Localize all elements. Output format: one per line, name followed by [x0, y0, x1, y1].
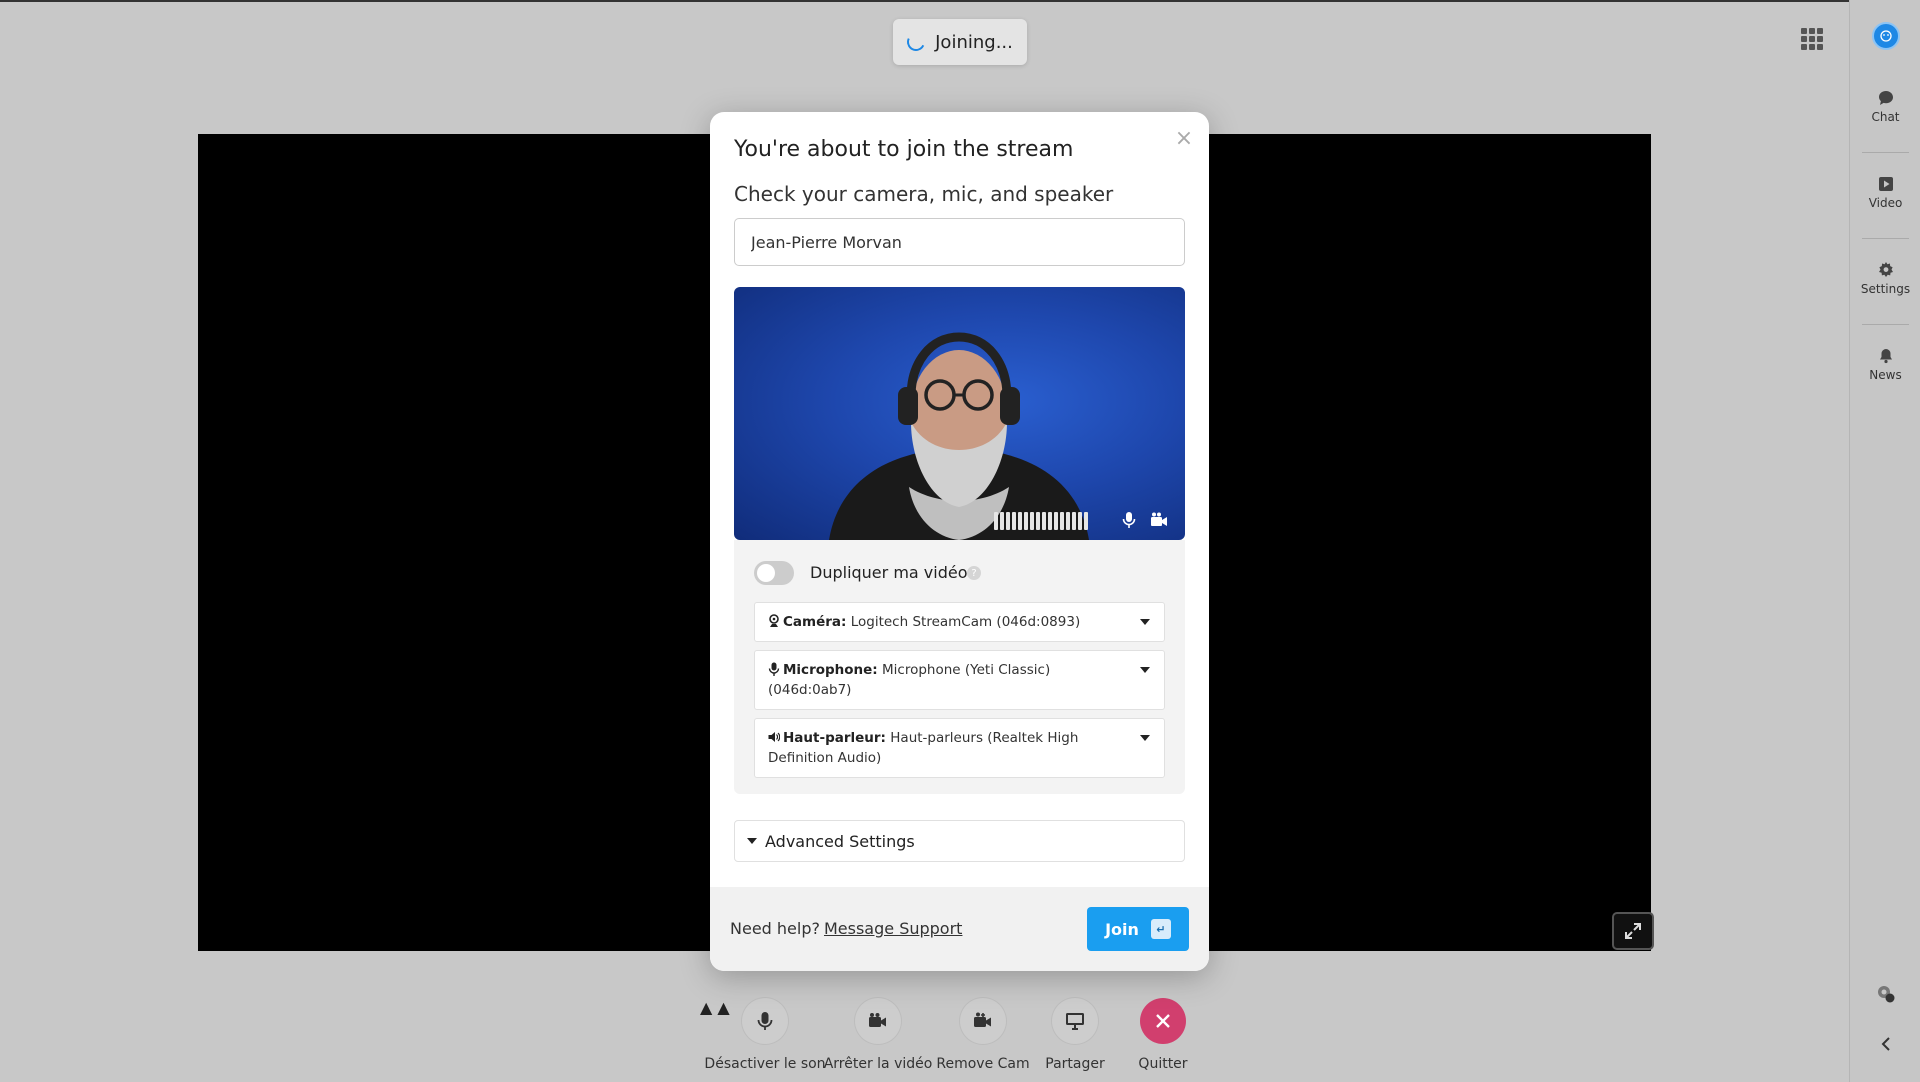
apps-grid-icon[interactable]: [1801, 28, 1823, 50]
message-support-link[interactable]: Message Support: [824, 919, 962, 938]
quit-button[interactable]: [1140, 998, 1186, 1044]
mute-button[interactable]: [742, 998, 788, 1044]
device-settings-panel: Dupliquer ma vidéo ? Caméra: Logitech St…: [734, 540, 1185, 794]
close-icon: ×: [1174, 125, 1194, 151]
dialog-title: You're about to join the stream: [734, 137, 1074, 162]
camera-plus-icon: [974, 1012, 991, 1027]
call-controls: Désactiver le son ▲ Arrêter la vidéo ▲ R…: [700, 998, 1188, 1082]
right-sidebar: Chat Video Settings News: [1849, 0, 1920, 1082]
close-icon: [1156, 1014, 1170, 1028]
bell-icon: [1879, 349, 1892, 364]
mute-control[interactable]: Désactiver le son: [700, 998, 830, 1072]
sidebar-item-label: Video: [1868, 196, 1903, 210]
face-icon: [1880, 30, 1892, 42]
microphone-select[interactable]: Microphone: Microphone (Yeti Classic) (0…: [754, 650, 1165, 710]
chat-icon: [1878, 91, 1893, 105]
camera-select[interactable]: Caméra: Logitech StreamCam (046d:0893): [754, 602, 1165, 642]
display-name-input[interactable]: [734, 218, 1185, 266]
caret-down-icon: [747, 838, 757, 844]
stop-video-control[interactable]: Arrêter la vidéo: [824, 998, 932, 1072]
chevron-down-icon: [1140, 667, 1150, 673]
enter-key-icon: ↵: [1150, 919, 1171, 939]
video-icon: [1878, 177, 1893, 191]
window-top-border: [0, 0, 1920, 2]
quit-control[interactable]: Quitter: [1126, 998, 1200, 1072]
sidebar-item-label: Chat: [1871, 110, 1900, 124]
close-dialog-button[interactable]: ×: [1172, 125, 1196, 151]
camera-preview: [734, 287, 1185, 540]
joining-status: Joining...: [893, 19, 1027, 65]
share-label: Partager: [1045, 1056, 1105, 1072]
toggle-knob: [757, 564, 775, 582]
speaker-select[interactable]: Haut-parleur: Haut-parleurs (Realtek Hig…: [754, 718, 1165, 778]
remove-cam-label: Remove Cam: [936, 1056, 1030, 1072]
microphone-icon: [768, 662, 780, 676]
microphone-select-label: Microphone:: [783, 662, 878, 678]
advanced-settings-toggle[interactable]: Advanced Settings: [734, 820, 1185, 862]
duplicate-video-label: Dupliquer ma vidéo: [810, 563, 968, 582]
camera-select-label: Caméra:: [783, 614, 847, 630]
monitor-icon: [1066, 1013, 1084, 1030]
audio-level-meter: [994, 512, 1088, 530]
sidebar-divider: [1862, 238, 1909, 239]
stop-video-button[interactable]: [855, 998, 901, 1044]
sidebar-item-video[interactable]: Video: [1850, 158, 1920, 228]
quit-label: Quitter: [1138, 1056, 1188, 1072]
chevron-left-icon: [1881, 1037, 1890, 1051]
dialog-subtitle: Check your camera, mic, and speaker: [734, 182, 1114, 206]
connection-settings-icon[interactable]: [1876, 984, 1896, 1004]
chevron-down-icon: [1140, 735, 1150, 741]
camera-select-value: Logitech StreamCam (046d:0893): [850, 614, 1081, 630]
duplicate-video-toggle[interactable]: [754, 561, 794, 585]
speaker-icon: [768, 732, 780, 742]
webcam-feed-image: [829, 332, 1089, 540]
sidebar-item-chat[interactable]: Chat: [1850, 72, 1920, 142]
microphone-icon: [757, 1012, 773, 1030]
camera-icon: [1151, 512, 1167, 526]
sidebar-divider: [1862, 152, 1909, 153]
sidebar-item-label: News: [1869, 368, 1902, 382]
expand-icon: [1625, 923, 1641, 939]
webcam-icon: [769, 614, 779, 627]
join-label: Join: [1105, 919, 1139, 939]
share-screen-button[interactable]: [1052, 998, 1098, 1044]
sidebar-item-settings[interactable]: Settings: [1850, 244, 1920, 314]
speaker-select-label: Haut-parleur:: [783, 730, 886, 746]
join-dialog: × You're about to join the stream Check …: [710, 112, 1209, 971]
sidebar-divider: [1862, 324, 1909, 325]
need-help-label: Need help?: [730, 919, 820, 938]
collapse-sidebar-button[interactable]: [1876, 1034, 1896, 1054]
fullscreen-button[interactable]: [1612, 912, 1654, 950]
camera-icon: [869, 1013, 886, 1027]
share-control[interactable]: Partager: [1038, 998, 1112, 1072]
loading-spinner-icon: [904, 30, 928, 54]
remove-cam-button[interactable]: [960, 998, 1006, 1044]
joining-label: Joining...: [935, 31, 1013, 53]
user-avatar[interactable]: [1872, 22, 1900, 50]
help-text: Need help? Message Support: [730, 919, 962, 938]
gear-icon: [1878, 262, 1893, 277]
remove-cam-control[interactable]: Remove Cam: [936, 998, 1030, 1072]
chevron-down-icon: [1140, 619, 1150, 625]
join-button[interactable]: Join ↵: [1087, 907, 1189, 951]
help-icon[interactable]: ?: [967, 566, 981, 580]
mute-label: Désactiver le son: [704, 1056, 826, 1072]
sidebar-item-news[interactable]: News: [1850, 330, 1920, 400]
microphone-icon: [1122, 512, 1136, 528]
sidebar-item-label: Settings: [1860, 282, 1911, 296]
stop-video-label: Arrêter la vidéo: [823, 1056, 933, 1072]
dialog-footer: Need help? Message Support Join ↵: [710, 887, 1209, 971]
advanced-settings-label: Advanced Settings: [765, 831, 915, 851]
